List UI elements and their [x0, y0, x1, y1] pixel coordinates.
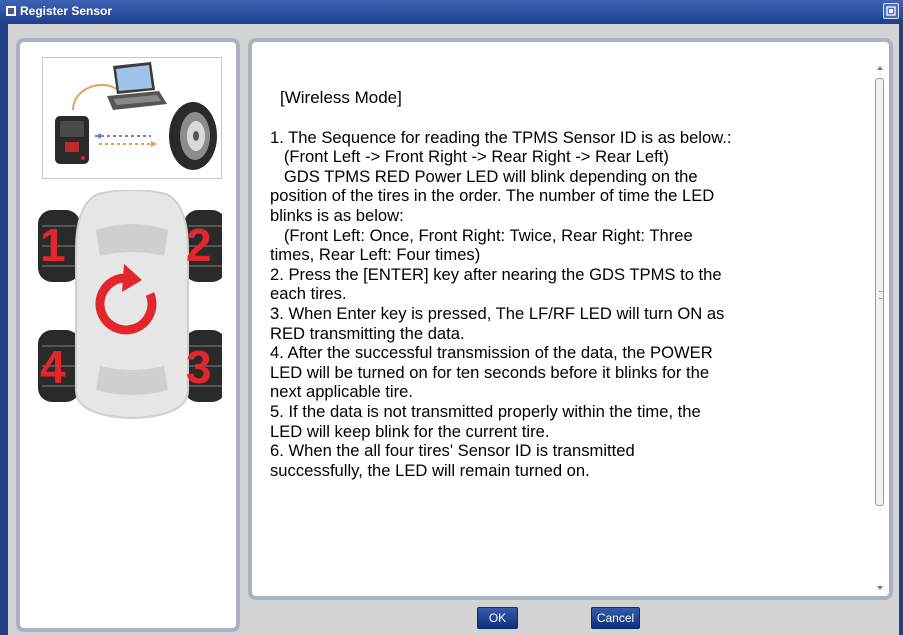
scroll-thumb[interactable]	[875, 78, 884, 506]
ok-button[interactable]: OK	[477, 607, 518, 629]
instruction-line: 1. The Sequence for reading the TPMS Sen…	[270, 127, 732, 147]
instruction-line: LED will keep blink for the current tire…	[270, 421, 550, 441]
register-sensor-window: Register Sensor 1 2 4 3 [Wireless Mode] …	[0, 0, 903, 635]
instruction-line: 4. After the successful transmission of …	[270, 343, 713, 363]
scroll-grip	[879, 291, 882, 299]
instruction-line: LED will be turned on for ten seconds be…	[270, 362, 710, 382]
wheel-number-rear-right: 3	[186, 341, 212, 393]
instruction-line: successfully, the LED will remain turned…	[270, 460, 590, 480]
instructions-panel: [Wireless Mode] 1. The Sequence for read…	[248, 38, 893, 600]
scroll-down-icon[interactable]	[876, 584, 884, 592]
title-bar: Register Sensor	[0, 0, 903, 24]
wheel-number-front-right: 2	[186, 219, 212, 271]
restore-icon[interactable]	[883, 3, 899, 19]
instruction-line: (Front Left: Once, Front Right: Twice, R…	[270, 225, 693, 245]
device-connection-illustration	[42, 57, 222, 179]
vertical-scrollbar[interactable]	[874, 64, 885, 592]
wheel-number-front-left: 1	[40, 219, 66, 271]
tire-icon	[169, 102, 217, 170]
instructions-heading: [Wireless Mode]	[280, 88, 402, 107]
scroll-up-icon[interactable]	[876, 64, 884, 72]
instruction-line: (Front Left -> Front Right -> Rear Right…	[270, 147, 669, 167]
cancel-button[interactable]: Cancel	[591, 607, 640, 629]
window-icon	[6, 6, 16, 16]
window-title: Register Sensor	[20, 4, 113, 18]
instruction-line: 2. Press the [ENTER] key after nearing t…	[270, 264, 722, 284]
instructions-text: [Wireless Mode] 1. The Sequence for read…	[270, 88, 874, 480]
car-top-view-illustration: 1 2 4 3	[38, 189, 226, 420]
instruction-line: times, Rear Left: Four times)	[270, 245, 481, 265]
instruction-line: position of the tires in the order. The …	[270, 186, 715, 206]
instruction-line: next applicable tire.	[270, 382, 413, 402]
instruction-line: 6. When the all four tires' Sensor ID is…	[270, 441, 635, 461]
instruction-line: 5. If the data is not transmitted proper…	[270, 401, 701, 421]
instruction-line: RED transmitting the data.	[270, 323, 465, 343]
laptop-icon	[107, 62, 167, 110]
scanner-device-icon	[55, 116, 89, 164]
instruction-line: blinks is as below:	[270, 205, 404, 225]
instruction-line: 3. When Enter key is pressed, The LF/RF …	[270, 303, 725, 323]
instruction-line: each tires.	[270, 284, 347, 304]
instruction-line: GDS TPMS RED Power LED will blink depend…	[270, 166, 698, 186]
wheel-number-rear-left: 4	[40, 341, 66, 393]
